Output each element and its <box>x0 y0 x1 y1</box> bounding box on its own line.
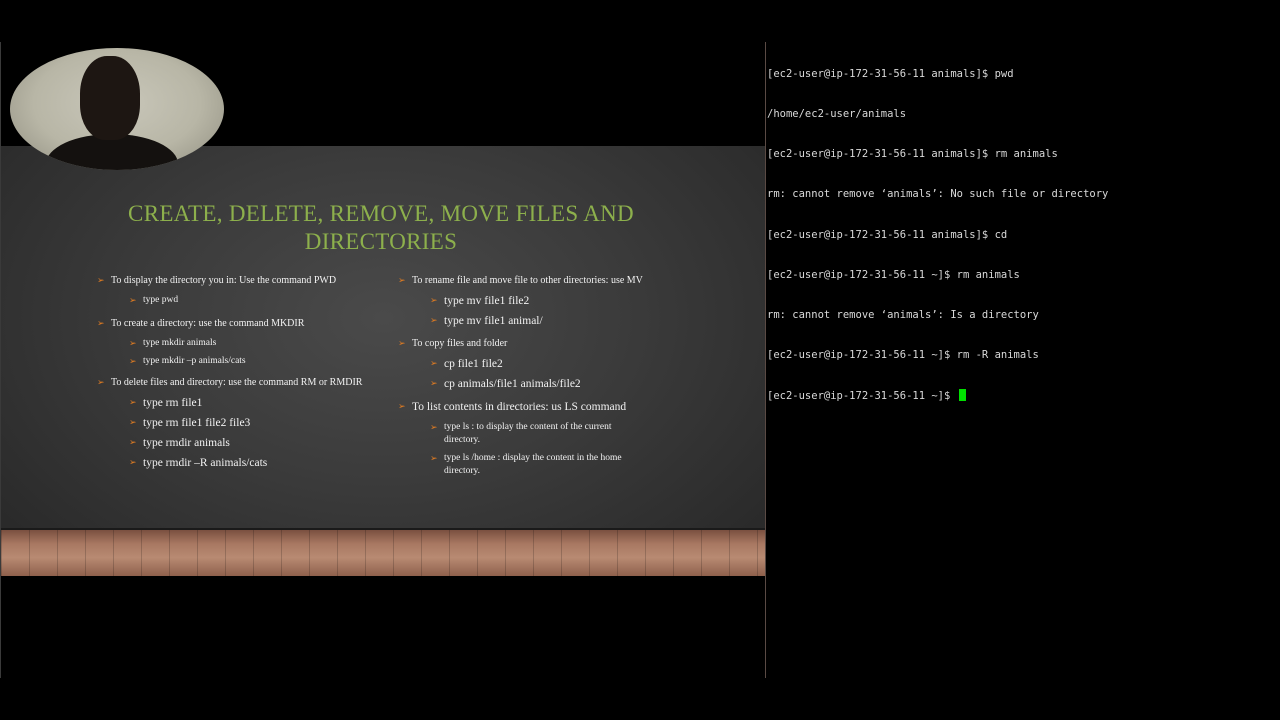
bullet-arrow-icon: ➢ <box>430 316 438 326</box>
sub-bullet-text: type rm file1 <box>143 397 203 409</box>
slide-floor-decoration <box>1 528 765 576</box>
sub-bullet: ➢ type ls : to display the content of the… <box>430 421 648 447</box>
terminal-window[interactable]: [ec2-user@ip-172-31-56-11 animals]$ pwd … <box>767 41 1277 671</box>
person-head <box>80 56 140 140</box>
bullet-text: To list contents in directories: us LS c… <box>412 401 627 413</box>
bullet-arrow-icon: ➢ <box>129 438 137 448</box>
bullet-arrow-icon: ➢ <box>430 359 438 369</box>
sub-bullet: ➢ type mv file1 animal/ <box>430 314 688 329</box>
sub-bullet: ➢ cp animals/file1 animals/file2 <box>430 377 688 392</box>
bullet-arrow-icon: ➢ <box>97 319 105 329</box>
terminal-line: rm: cannot remove ‘animals’: Is a direct… <box>767 309 1039 322</box>
sub-bullet-text: cp file1 file2 <box>444 358 503 370</box>
sub-bullet: ➢ type ls /home : display the content in … <box>430 452 648 478</box>
terminal-prompt: [ec2-user@ip-172-31-56-11 ~]$ <box>767 390 957 403</box>
bullet-text: To display the directory you in: Use the… <box>111 275 337 286</box>
terminal-line: /home/ec2-user/animals <box>767 108 907 121</box>
bullet-arrow-icon: ➢ <box>97 378 105 388</box>
sub-bullet: ➢ type rmdir –R animals/cats <box>129 456 387 471</box>
terminal-line: [ec2-user@ip-172-31-56-11 animals]$ cd <box>767 228 1008 241</box>
sub-bullet: ➢ cp file1 file2 <box>430 357 688 372</box>
sub-bullet-text: type ls /home : display the content in t… <box>444 453 622 476</box>
bullet-arrow-icon: ➢ <box>398 339 406 349</box>
bullet-arrow-icon: ➢ <box>129 357 137 367</box>
bullet-arrow-icon: ➢ <box>129 296 137 306</box>
sub-bullet-text: type mkdir –p animals/cats <box>143 356 246 366</box>
sub-bullet-text: cp animals/file1 animals/file2 <box>444 378 581 390</box>
sub-bullet-text: type mv file1 file2 <box>444 295 530 307</box>
bullet-arrow-icon: ➢ <box>430 379 438 389</box>
presentation-slide: CREATE, DELETE, REMOVE, MOVE FILES AND D… <box>1 146 765 576</box>
terminal-line: [ec2-user@ip-172-31-56-11 animals]$ pwd <box>767 67 1014 80</box>
bullet-arrow-icon: ➢ <box>97 276 105 286</box>
bullet-pwd: ➢ To display the directory you in: Use th… <box>97 274 387 288</box>
bullet-text: To delete files and directory: use the c… <box>111 377 363 388</box>
sub-bullet-text: type pwd <box>143 295 179 305</box>
sub-bullet: ➢ type mkdir animals <box>129 337 387 350</box>
terminal-cursor <box>958 389 966 402</box>
sub-bullet-text: type rmdir –R animals/cats <box>143 457 268 469</box>
sub-bullet-text: type rmdir animals <box>143 437 230 449</box>
sub-bullet-text: type rm file1 file2 file3 <box>143 417 251 429</box>
bullet-arrow-icon: ➢ <box>129 418 137 428</box>
bullet-text: To rename file and move file to other di… <box>412 275 643 286</box>
bullet-arrow-icon: ➢ <box>129 398 137 408</box>
terminal-line: rm: cannot remove ‘animals’: No such fil… <box>767 188 1109 201</box>
bullet-text: To copy files and folder <box>412 338 508 349</box>
slide-title: CREATE, DELETE, REMOVE, MOVE FILES AND D… <box>128 201 634 254</box>
sub-bullet: ➢ type mv file1 file2 <box>430 294 688 309</box>
sub-bullet: ➢ type mkdir –p animals/cats <box>129 355 387 368</box>
bullet-arrow-icon: ➢ <box>430 296 438 306</box>
bullet-arrow-icon: ➢ <box>430 454 438 464</box>
terminal-line: [ec2-user@ip-172-31-56-11 ~]$ rm -R anim… <box>767 349 1039 362</box>
terminal-prompt-line[interactable]: [ec2-user@ip-172-31-56-11 ~]$ <box>767 389 1277 402</box>
slide-left-column: ➢ To display the directory you in: Use th… <box>97 274 387 476</box>
terminal-line: [ec2-user@ip-172-31-56-11 ~]$ rm animals <box>767 268 1020 281</box>
bullet-text: To create a directory: use the command M… <box>111 318 305 329</box>
bullet-rm: ➢ To delete files and directory: use the … <box>97 376 387 390</box>
bullet-arrow-icon: ➢ <box>129 458 137 468</box>
sub-bullet-text: type ls : to display the content of the … <box>444 422 612 445</box>
sub-bullet-text: type mkdir animals <box>143 338 217 348</box>
sub-bullet: ➢ type pwd <box>129 294 387 307</box>
slide-right-column: ➢ To rename file and move file to other d… <box>398 274 688 483</box>
terminal-line: [ec2-user@ip-172-31-56-11 animals]$ rm a… <box>767 148 1058 161</box>
screen: CREATE, DELETE, REMOVE, MOVE FILES AND D… <box>0 0 1280 720</box>
bullet-arrow-icon: ➢ <box>129 339 137 349</box>
bullet-mv: ➢ To rename file and move file to other d… <box>398 274 688 288</box>
sub-bullet: ➢ type rmdir animals <box>129 436 387 451</box>
sub-bullet: ➢ type rm file1 file2 file3 <box>129 416 387 431</box>
terminal-divider <box>765 42 766 678</box>
sub-bullet: ➢ type rm file1 <box>129 396 387 411</box>
bullet-arrow-icon: ➢ <box>430 423 438 433</box>
bullet-arrow-icon: ➢ <box>398 276 406 286</box>
bullet-cp: ➢ To copy files and folder <box>398 337 688 351</box>
sub-bullet-text: type mv file1 animal/ <box>444 315 543 327</box>
bullet-ls: ➢ To list contents in directories: us LS … <box>398 400 688 415</box>
bullet-arrow-icon: ➢ <box>398 402 406 412</box>
webcam-overlay <box>10 48 224 170</box>
bullet-mkdir: ➢ To create a directory: use the command … <box>97 317 387 331</box>
